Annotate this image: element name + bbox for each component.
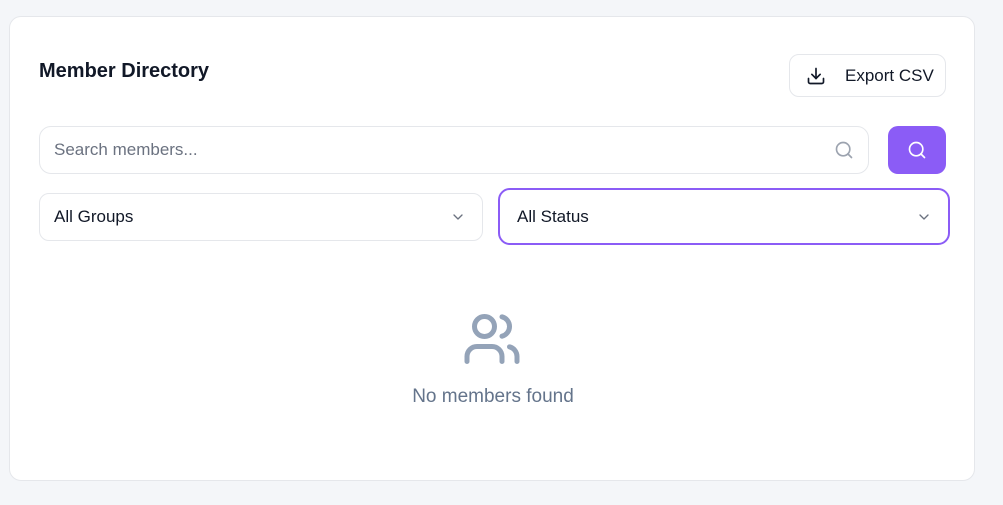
download-icon <box>806 66 826 86</box>
member-directory-card: Member Directory Export CSV Search membe… <box>9 16 975 481</box>
chevron-down-icon <box>916 209 932 225</box>
page-title: Member Directory <box>39 60 210 82</box>
groups-filter-select[interactable]: All Groups <box>39 193 483 241</box>
export-csv-label: Export CSV <box>845 65 934 85</box>
status-filter-value: All Status <box>517 206 589 226</box>
search-field <box>39 126 869 174</box>
export-csv-button[interactable]: Export CSV <box>789 54 946 97</box>
chevron-down-icon <box>450 209 466 225</box>
users-icon <box>462 309 522 369</box>
search-icon <box>907 140 927 160</box>
groups-filter-value: All Groups <box>54 207 134 226</box>
search-input[interactable] <box>40 127 868 173</box>
search-icon <box>834 140 854 160</box>
search-button[interactable] <box>888 126 946 174</box>
status-filter-select[interactable]: All Status <box>498 188 950 245</box>
empty-state-message: No members found <box>412 386 574 407</box>
